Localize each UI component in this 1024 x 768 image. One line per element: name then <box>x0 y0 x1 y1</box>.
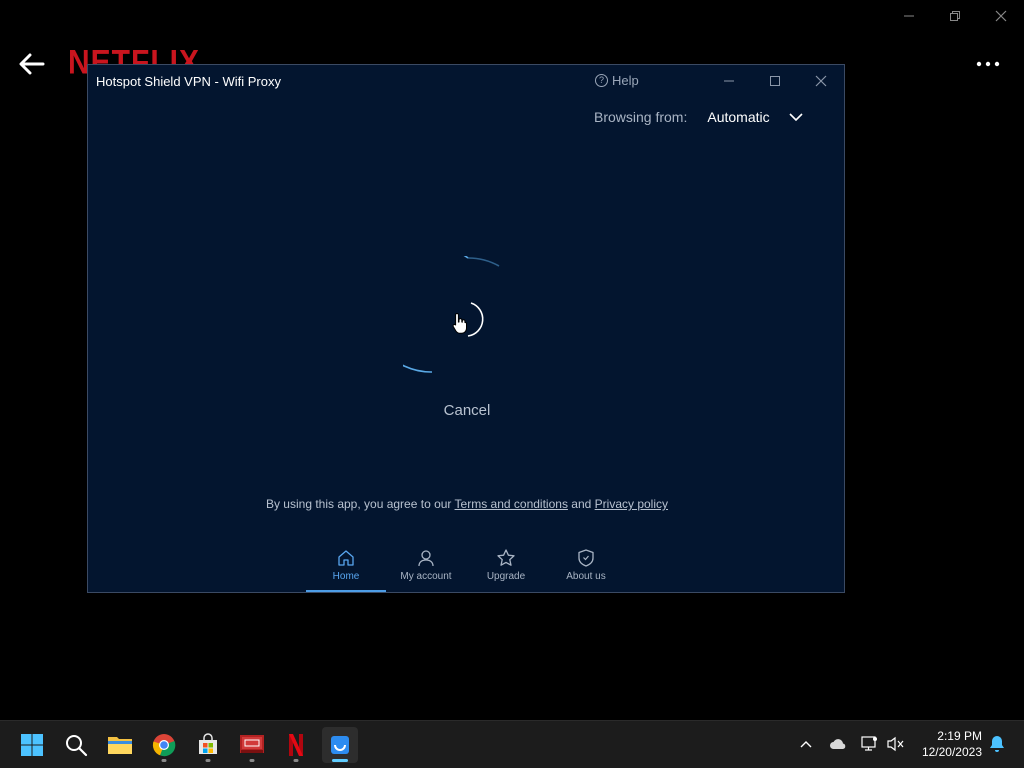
nav-my-account-label: My account <box>400 571 452 582</box>
browsing-from-selector[interactable]: Browsing from: Automatic <box>594 109 804 125</box>
windows-logo-icon <box>21 734 43 756</box>
terms-prefix: By using this app, you agree to our <box>265 497 452 511</box>
chrome-icon <box>152 734 176 757</box>
vpn-close-button[interactable] <box>806 71 836 91</box>
nav-home[interactable]: Home <box>306 545 386 592</box>
search-icon <box>66 735 88 757</box>
running-indicator <box>205 759 211 762</box>
star-icon <box>497 549 515 566</box>
chrome-button[interactable] <box>146 727 182 763</box>
running-indicator <box>161 759 167 762</box>
more-options-button[interactable] <box>970 52 1006 76</box>
chevron-down-icon <box>788 109 804 125</box>
hotspot-shield-icon <box>331 736 349 754</box>
minimize-icon <box>724 80 734 82</box>
terms-and: and <box>571 497 592 511</box>
restore-button[interactable] <box>932 4 978 28</box>
netflix-taskbar-button[interactable] <box>278 727 314 763</box>
cloud-icon <box>830 739 846 749</box>
help-icon: ? <box>595 74 608 87</box>
privacy-link[interactable]: Privacy policy <box>595 497 668 511</box>
bell-icon <box>990 736 1004 752</box>
microsoft-store-button[interactable] <box>190 727 226 763</box>
arrow-left-icon <box>19 53 45 75</box>
running-indicator <box>332 759 348 762</box>
vpn-minimize-button[interactable] <box>714 71 744 91</box>
nav-my-account[interactable]: My account <box>386 545 466 592</box>
minimize-icon <box>904 15 914 17</box>
chevron-up-icon <box>800 741 812 748</box>
user-icon <box>418 550 434 567</box>
volume-tray[interactable] <box>885 733 907 755</box>
maximize-icon <box>770 76 780 86</box>
show-hidden-icons-button[interactable] <box>795 733 817 755</box>
volume-muted-icon <box>887 736 904 752</box>
close-icon <box>815 75 827 87</box>
folder-icon <box>108 737 132 754</box>
network-tray[interactable] <box>859 733 881 755</box>
running-indicator <box>293 759 299 762</box>
clock-date: 12/20/2023 <box>921 745 982 759</box>
hand-cursor-icon <box>452 312 467 334</box>
taskbar: 2:19 PM 12/20/2023 <box>0 720 1024 768</box>
running-indicator <box>249 759 255 762</box>
shield-icon <box>578 549 594 567</box>
clock[interactable]: 2:19 PM 12/20/2023 <box>914 728 982 760</box>
terms-notice: By using this app, you agree to our Term… <box>88 497 846 511</box>
connecting-spinner <box>403 256 500 373</box>
vpn-window: Hotspot Shield VPN - Wifi Proxy ? Help B… <box>87 64 845 593</box>
window-title: Hotspot Shield VPN - Wifi Proxy <box>96 74 281 89</box>
store-icon <box>199 733 217 754</box>
netflix-icon <box>289 734 303 756</box>
hotspot-shield-taskbar-button[interactable] <box>322 727 358 763</box>
vpn-maximize-button[interactable] <box>760 71 790 91</box>
nav-about-us-label: About us <box>566 571 606 582</box>
restore-icon <box>950 11 960 21</box>
nav-upgrade-label: Upgrade <box>486 571 526 582</box>
close-button[interactable] <box>978 4 1024 28</box>
minimize-button[interactable] <box>886 4 932 28</box>
terms-link[interactable]: Terms and conditions <box>455 497 568 511</box>
back-button[interactable] <box>16 48 48 80</box>
file-explorer-button[interactable] <box>102 727 138 763</box>
remote-desktop-button[interactable] <box>234 727 270 763</box>
browsing-from-label: Browsing from: <box>594 109 688 125</box>
home-icon <box>338 550 354 566</box>
notifications-button[interactable] <box>986 733 1008 755</box>
clock-time: 2:19 PM <box>937 729 982 743</box>
bottom-nav: Home My account Upgrade About us <box>306 545 626 592</box>
start-button[interactable] <box>14 727 50 763</box>
close-icon <box>995 10 1007 22</box>
browsing-from-value: Automatic <box>707 109 770 125</box>
help-button[interactable]: ? Help <box>595 73 639 88</box>
remote-desktop-icon <box>240 735 264 753</box>
help-label: Help <box>612 73 639 88</box>
onedrive-tray[interactable] <box>827 733 849 755</box>
nav-about-us[interactable]: About us <box>546 545 626 592</box>
ellipsis-icon <box>976 61 1000 67</box>
search-button[interactable] <box>58 727 94 763</box>
nav-upgrade[interactable]: Upgrade <box>466 545 546 592</box>
cancel-button[interactable]: Cancel <box>88 402 846 419</box>
nav-home-label: Home <box>332 571 360 582</box>
network-icon <box>861 736 877 751</box>
